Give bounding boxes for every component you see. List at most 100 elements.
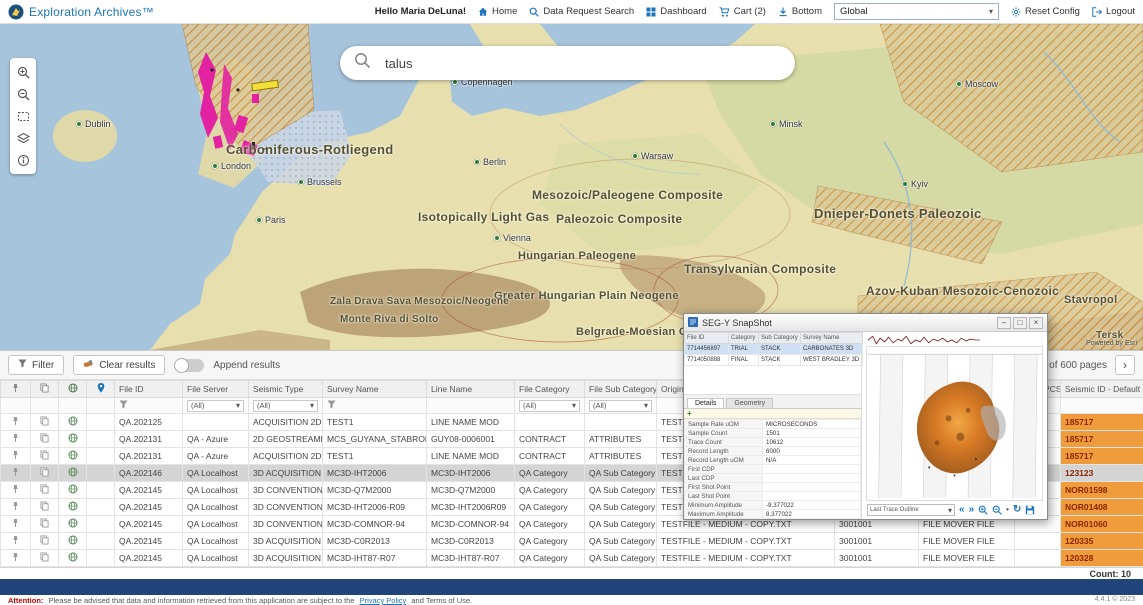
nav-home[interactable]: Home bbox=[478, 6, 517, 17]
copy-icon[interactable] bbox=[40, 552, 49, 562]
col-line-name[interactable]: Line Name bbox=[427, 381, 515, 398]
pin-icon[interactable] bbox=[11, 518, 20, 528]
pin-icon[interactable] bbox=[11, 467, 20, 477]
window-titlebar[interactable]: SEG-Y SnapShot – □ × bbox=[684, 314, 1047, 332]
layers-button[interactable] bbox=[13, 128, 33, 148]
cell-file-server: QA Localhost bbox=[183, 482, 249, 499]
filter-button[interactable]: Filter bbox=[8, 355, 64, 375]
col-seismic-type[interactable]: Seismic Type bbox=[249, 381, 323, 398]
map-city-label: Warsaw bbox=[632, 151, 673, 161]
property-name: First Shot Point bbox=[685, 483, 763, 492]
copy-icon[interactable] bbox=[40, 450, 49, 460]
add-icon[interactable]: + bbox=[687, 410, 692, 418]
first-page-button[interactable]: « bbox=[959, 504, 965, 516]
save-button[interactable] bbox=[1025, 505, 1035, 515]
property-name: Record Length uOM bbox=[685, 456, 763, 465]
close-button[interactable]: × bbox=[1029, 317, 1043, 329]
copy-icon[interactable] bbox=[40, 467, 49, 477]
zoom-in-button[interactable] bbox=[13, 62, 33, 82]
col-sub-category[interactable]: Sub Category bbox=[759, 333, 801, 344]
col-survey-name[interactable]: Survey Name bbox=[323, 381, 427, 398]
app-title: Exploration Archives™ bbox=[29, 5, 154, 19]
globe-icon[interactable] bbox=[68, 416, 78, 426]
select-extent-button[interactable] bbox=[13, 106, 33, 126]
clear-results-button[interactable]: Clear results bbox=[73, 355, 165, 375]
col-category[interactable]: Category bbox=[729, 333, 759, 344]
col-file-category[interactable]: File Category bbox=[515, 381, 585, 398]
table-row[interactable]: QA.202145 QA Localhost 3D ACQUISITION MC… bbox=[1, 550, 1143, 567]
reset-config-link[interactable]: Reset Config bbox=[1011, 6, 1080, 17]
logout-link[interactable]: Logout bbox=[1092, 6, 1135, 17]
city-marker-icon bbox=[256, 217, 262, 223]
globe-icon[interactable] bbox=[68, 467, 78, 477]
pin-icon[interactable] bbox=[11, 450, 20, 460]
file-id-filter-funnel-icon[interactable] bbox=[119, 400, 128, 409]
file-sub-category-filter[interactable]: (All)▾ bbox=[589, 400, 652, 412]
col-file-id[interactable]: File ID bbox=[685, 333, 729, 344]
cell-survey-name: TEST1 bbox=[323, 414, 427, 431]
copy-icon[interactable] bbox=[40, 518, 49, 528]
survey-name-filter-funnel-icon[interactable] bbox=[327, 400, 336, 409]
zoom-out-button[interactable] bbox=[13, 84, 33, 104]
refresh-button[interactable]: ↻ bbox=[1013, 504, 1021, 516]
globe-icon[interactable] bbox=[68, 501, 78, 511]
globe-icon[interactable] bbox=[68, 433, 78, 443]
minimize-button[interactable]: – bbox=[997, 317, 1011, 329]
copy-icon[interactable] bbox=[40, 501, 49, 511]
property-row: Trace Count 10612 bbox=[685, 438, 861, 447]
pin-icon[interactable] bbox=[11, 552, 20, 562]
nav-data-request-search[interactable]: Data Request Search bbox=[529, 6, 634, 17]
pin-icon[interactable] bbox=[11, 484, 20, 494]
globe-icon[interactable] bbox=[68, 484, 78, 494]
trace-outline-select[interactable]: Last Trace Outline ▾ bbox=[867, 504, 955, 516]
privacy-policy-link[interactable]: Privacy Policy bbox=[360, 596, 407, 605]
globe-icon[interactable] bbox=[68, 450, 78, 460]
property-value bbox=[763, 474, 861, 483]
snapshot-grid-row[interactable]: 7714456897 TRIAL STACK CARBONATES 3D bbox=[685, 344, 863, 355]
file-category-filter[interactable]: (All)▾ bbox=[519, 400, 580, 412]
globe-icon[interactable] bbox=[68, 535, 78, 545]
tab-details[interactable]: Details bbox=[687, 398, 724, 408]
append-results-toggle[interactable] bbox=[174, 359, 204, 372]
col-file-sub-category[interactable]: File Sub Category bbox=[585, 381, 657, 398]
col-file-id[interactable]: File ID bbox=[115, 381, 183, 398]
snapshot-grid-row[interactable]: 7714050888 FINAL STACK WEST BRADLEY 3D bbox=[685, 355, 863, 366]
col-survey-name[interactable]: Survey Name bbox=[801, 333, 863, 344]
info-button[interactable] bbox=[13, 150, 33, 170]
file-server-filter[interactable]: (All)▾ bbox=[187, 400, 244, 412]
nav-cart[interactable]: Cart (2) bbox=[719, 6, 766, 17]
city-marker-icon bbox=[494, 235, 500, 241]
col-seismic-id[interactable]: Seismic ID - Default bbox=[1061, 381, 1143, 398]
col-file-server[interactable]: File Server bbox=[183, 381, 249, 398]
map-city-label: Minsk bbox=[770, 119, 803, 129]
tab-geometry[interactable]: Geometry bbox=[726, 398, 773, 408]
copy-icon[interactable] bbox=[40, 433, 49, 443]
point-mode-button[interactable]: • bbox=[1006, 504, 1009, 516]
pin-icon[interactable] bbox=[11, 416, 20, 426]
last-page-button[interactable]: » bbox=[969, 504, 975, 516]
copy-icon[interactable] bbox=[40, 484, 49, 494]
pin-icon[interactable] bbox=[11, 501, 20, 511]
copy-icon[interactable] bbox=[40, 416, 49, 426]
cell-line-name: MC3D-IHT2006R09 bbox=[427, 499, 515, 516]
nav-bottom[interactable]: Bottom bbox=[778, 6, 822, 17]
snapshot-map-viewer[interactable] bbox=[866, 346, 1043, 501]
seismic-type-filter[interactable]: (All)▾ bbox=[253, 400, 318, 412]
globe-icon[interactable] bbox=[68, 552, 78, 562]
nav-dashboard[interactable]: Dashboard bbox=[646, 6, 706, 17]
pin-icon[interactable] bbox=[11, 433, 20, 443]
map-canvas[interactable]: Dublin London Brussels Paris Copenhagen bbox=[0, 24, 1143, 350]
map-search-input[interactable] bbox=[383, 55, 781, 72]
next-page-button[interactable]: › bbox=[1115, 355, 1135, 375]
region-select[interactable]: Global ▾ bbox=[834, 3, 999, 20]
pin-icon[interactable] bbox=[11, 535, 20, 545]
property-value bbox=[763, 492, 861, 501]
copy-icon[interactable] bbox=[40, 535, 49, 545]
window-body: File ID Category Sub Category Survey Nam… bbox=[684, 332, 1047, 519]
zoom-in-button[interactable] bbox=[978, 505, 988, 515]
globe-icon[interactable] bbox=[68, 518, 78, 528]
map-search-bar[interactable] bbox=[340, 46, 795, 80]
maximize-button[interactable]: □ bbox=[1013, 317, 1027, 329]
table-row[interactable]: QA.202145 QA Localhost 3D ACQUISITION MC… bbox=[1, 533, 1143, 550]
zoom-out-button[interactable] bbox=[992, 505, 1002, 515]
